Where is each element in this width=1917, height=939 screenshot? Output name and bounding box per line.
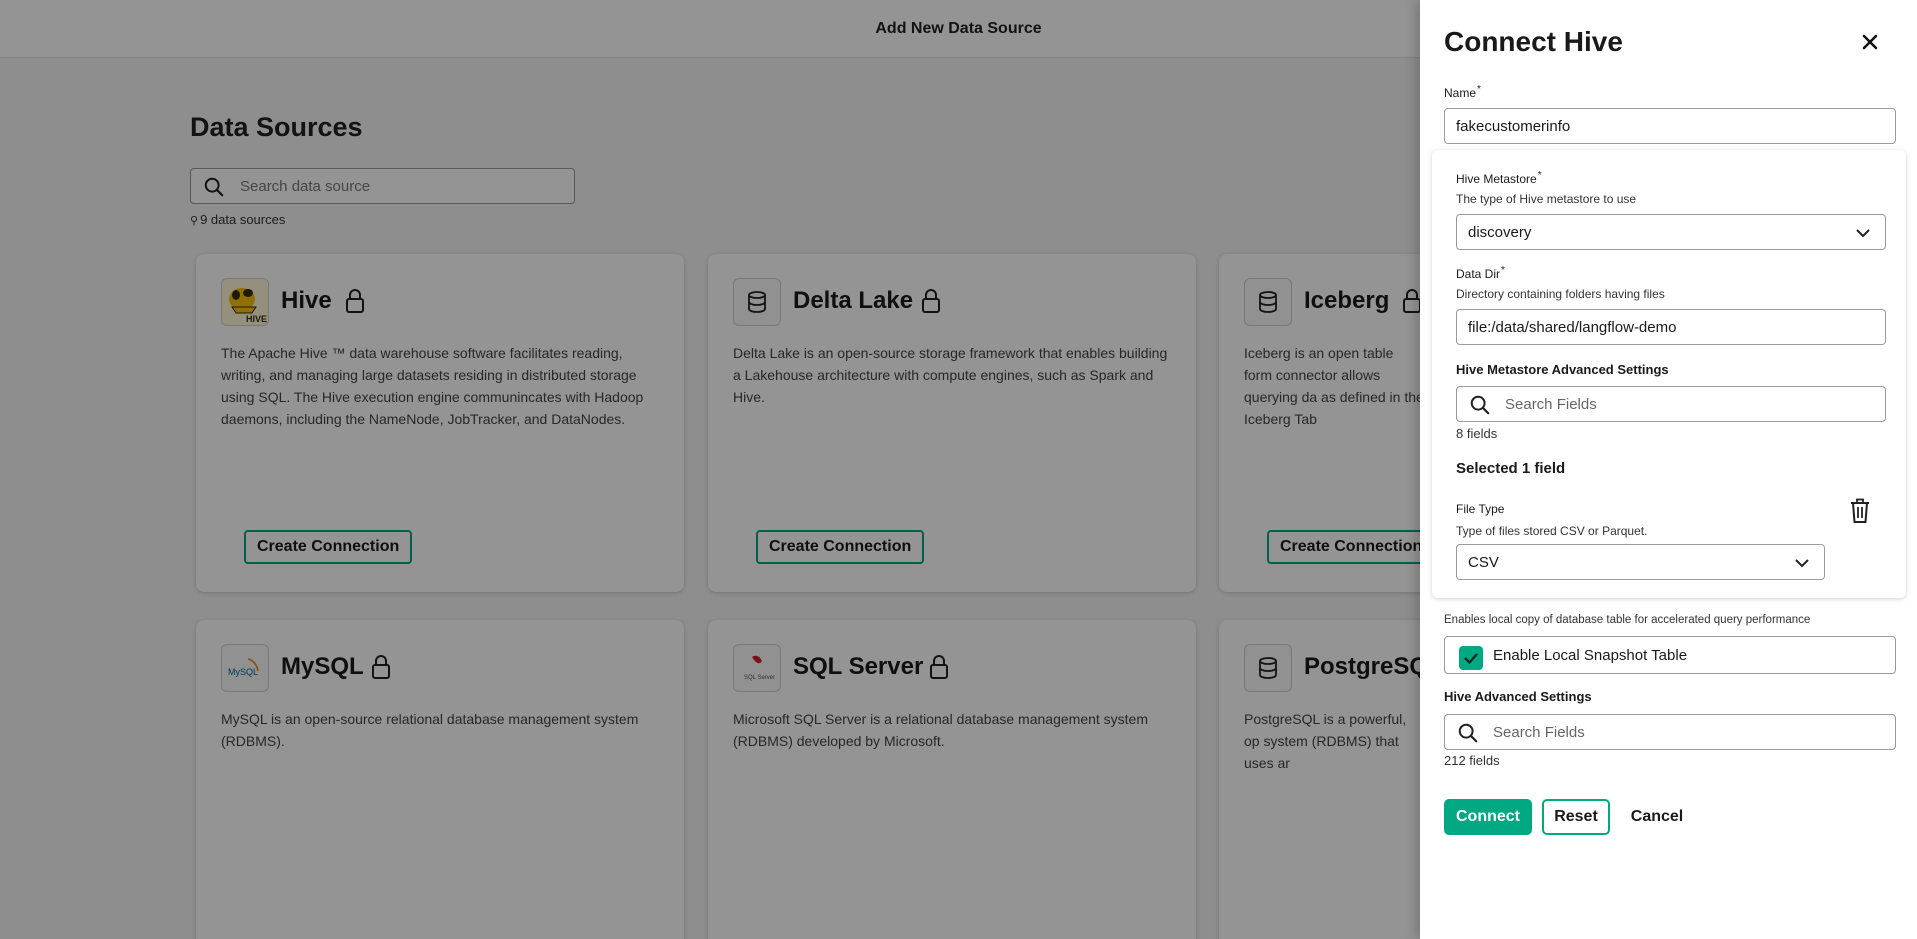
snapshot-hint: Enables local copy of database table for… xyxy=(1444,614,1811,626)
metastore-advanced-search-input[interactable]: Search Fields xyxy=(1456,386,1886,422)
snapshot-checkbox[interactable] xyxy=(1459,646,1483,670)
modal-backdrop[interactable] xyxy=(0,0,1420,939)
hive-advanced-search-input[interactable]: Search Fields xyxy=(1444,714,1896,750)
name-value: fakecustomerinfo xyxy=(1456,118,1571,135)
search-placeholder: Search Fields xyxy=(1505,396,1597,413)
hive-metastore-section: Hive Metastore* The type of Hive metasto… xyxy=(1432,150,1906,598)
file-type-label: File Type xyxy=(1456,502,1505,516)
hive-fields-count: 212 fields xyxy=(1444,753,1500,768)
local-snapshot-toggle[interactable]: Enable Local Snapshot Table xyxy=(1444,636,1896,674)
data-dir-value: file:/data/shared/langflow-demo xyxy=(1468,319,1677,336)
reset-button[interactable]: Reset xyxy=(1542,799,1610,835)
chevron-down-icon xyxy=(1856,229,1870,238)
data-dir-input[interactable]: file:/data/shared/langflow-demo xyxy=(1456,309,1886,345)
file-type-hint: Type of files stored CSV or Parquet. xyxy=(1456,524,1648,538)
file-type-select[interactable]: CSV xyxy=(1456,544,1825,580)
panel-title: Connect Hive xyxy=(1444,26,1623,57)
trash-icon[interactable] xyxy=(1848,498,1872,524)
metastore-advanced-label: Hive Metastore Advanced Settings xyxy=(1456,362,1669,377)
connect-button[interactable]: Connect xyxy=(1444,799,1532,835)
hive-metastore-select[interactable]: discovery xyxy=(1456,214,1886,250)
hive-metastore-label: Hive Metastore* xyxy=(1456,170,1542,186)
search-icon xyxy=(1458,723,1478,743)
close-icon[interactable] xyxy=(1858,30,1882,54)
cancel-button[interactable]: Cancel xyxy=(1620,799,1694,835)
data-dir-hint: Directory containing folders having file… xyxy=(1456,287,1665,301)
selected-fields-heading: Selected 1 field xyxy=(1456,460,1566,477)
search-icon xyxy=(1470,395,1490,415)
snapshot-label: Enable Local Snapshot Table xyxy=(1493,647,1688,664)
name-label: Name* xyxy=(1444,84,1481,100)
metastore-fields-count: 8 fields xyxy=(1456,426,1498,441)
name-input[interactable]: fakecustomerinfo xyxy=(1444,108,1896,144)
hive-metastore-hint: The type of Hive metastore to use xyxy=(1456,192,1637,206)
connect-hive-panel: Connect Hive Name* fakecustomerinfo Hive… xyxy=(1420,0,1917,939)
data-dir-label: Data Dir* xyxy=(1456,265,1505,281)
chevron-down-icon xyxy=(1795,559,1809,568)
hive-advanced-label: Hive Advanced Settings xyxy=(1444,689,1592,704)
file-type-value: CSV xyxy=(1468,554,1499,571)
hive-metastore-value: discovery xyxy=(1468,224,1532,241)
checkmark-icon xyxy=(1464,653,1478,665)
search-placeholder: Search Fields xyxy=(1493,724,1585,741)
